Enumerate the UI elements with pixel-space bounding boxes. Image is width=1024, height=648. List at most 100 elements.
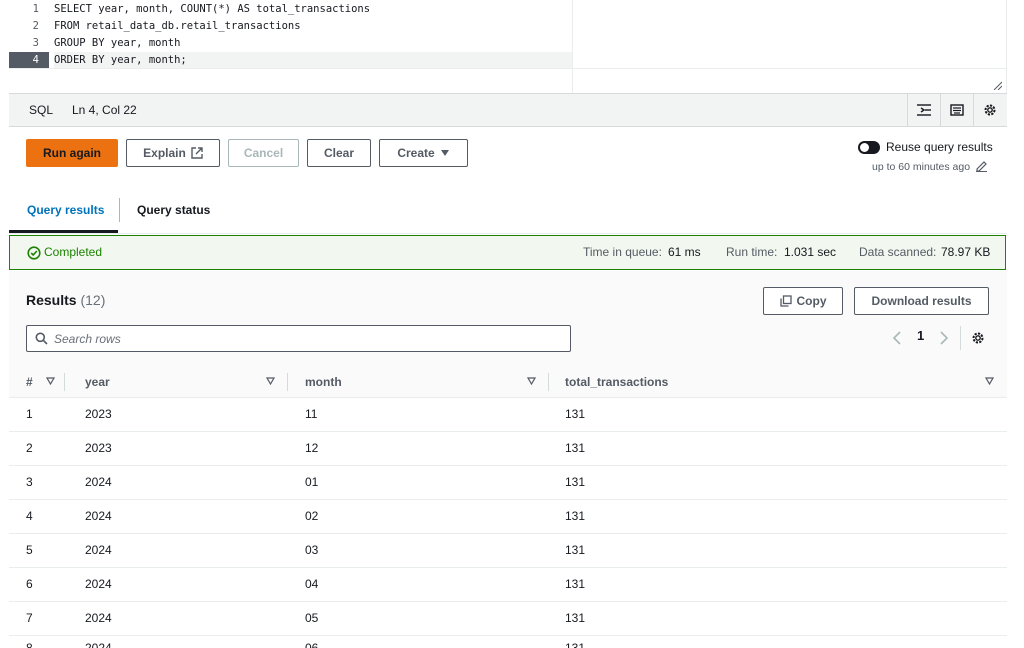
run-again-label: Run again [42,146,101,160]
resize-grip-icon[interactable] [992,80,1002,90]
table-settings-icon[interactable] [971,331,985,345]
table-row: 3 2024 01 131 [9,466,1007,500]
cell-index: 1 [26,407,33,421]
queue-time-value: 61 ms [668,245,701,259]
print-margin [572,0,573,93]
cell-total-transactions: 131 [565,509,586,523]
editor-status-bar: SQL Ln 4, Col 22 [9,93,1007,127]
gear-icon [984,104,996,116]
sort-icon[interactable] [46,377,55,385]
cell-year: 2024 [85,475,112,489]
shortcuts-button[interactable] [940,94,973,126]
line-gutter: 1 2 3 4 [9,0,49,93]
code-line[interactable]: GROUP BY year, month [54,35,574,52]
explain-label: Explain [143,146,186,160]
cell-month: 04 [305,577,319,591]
cell-month: 11 [305,407,318,421]
results-count: (12) [80,292,106,308]
reuse-results-sub[interactable]: up to 60 minutes ago [872,160,988,173]
reuse-results-age: up to 60 minutes ago [872,161,971,173]
data-scanned-label: Data scanned: [859,245,937,259]
external-link-icon [191,147,203,159]
editor-settings-button[interactable] [973,94,1006,126]
clear-label: Clear [323,146,355,160]
column-header-index[interactable]: # [26,375,33,389]
sort-icon[interactable] [985,377,994,385]
tab-query-status[interactable]: Query status [137,203,210,217]
results-title: Results [26,292,77,308]
cell-month: 01 [305,475,319,489]
line-number: 2 [32,20,39,32]
code-line-active[interactable]: ORDER BY year, month; [54,52,572,69]
cell-index: 7 [26,611,33,625]
column-separator [64,373,65,391]
line-number: 3 [32,37,39,49]
copy-icon [779,295,792,307]
cell-total-transactions: 131 [565,641,586,648]
table-header: # year month total_transactions [9,365,1007,398]
create-dropdown-button[interactable]: Create [379,139,468,167]
download-label: Download results [871,294,972,308]
results-heading: Results (12) [26,292,105,308]
cancel-label: Cancel [243,146,284,160]
run-again-button[interactable]: Run again [26,139,118,167]
table-row: 5 2024 03 131 [9,534,1007,568]
cell-index: 3 [26,475,33,489]
code-line[interactable]: FROM retail_data_db.retail_transactions [54,18,574,35]
cell-year: 2024 [85,641,112,648]
cell-month: 06 [305,641,319,648]
sql-editor[interactable]: 1 2 3 4 SELECT year, month, COUNT(*) AS … [9,0,1007,93]
cell-month: 12 [305,441,319,455]
cancel-button[interactable]: Cancel [228,139,299,167]
sort-icon[interactable] [266,377,275,385]
tab-query-results[interactable]: Query results [27,203,104,217]
cell-total-transactions: 131 [565,543,586,557]
search-placeholder: Search rows [54,332,121,346]
cell-month: 02 [305,509,319,523]
cursor-position: Ln 4, Col 22 [72,103,137,117]
cell-year: 2023 [85,407,112,421]
cell-year: 2024 [85,611,112,625]
table-row: 4 2024 02 131 [9,500,1007,534]
chevron-left-icon[interactable] [892,331,902,345]
chevron-right-icon[interactable] [939,331,949,345]
column-header-total-transactions[interactable]: total_transactions [565,375,668,389]
edit-icon [976,161,987,172]
line-number: 1 [32,3,39,15]
create-label: Create [397,146,435,160]
cell-year: 2024 [85,509,112,523]
cell-month: 03 [305,543,319,557]
search-icon [35,332,48,345]
explain-button[interactable]: Explain [126,139,220,167]
tab-divider [119,198,120,222]
column-separator [287,373,288,391]
format-query-button[interactable] [907,94,940,126]
cell-index: 5 [26,543,33,557]
column-header-month[interactable]: month [305,375,342,389]
cell-total-transactions: 131 [565,475,586,489]
sort-icon[interactable] [527,377,536,385]
query-status-banner: Completed Time in queue: 61 ms Run time:… [9,235,1006,270]
column-header-year[interactable]: year [85,375,110,389]
cell-total-transactions: 131 [565,441,586,455]
cell-total-transactions: 131 [565,611,586,625]
run-time-label: Run time: [726,245,778,259]
pager-divider [960,326,961,350]
cell-year: 2023 [85,441,112,455]
reuse-results-toggle[interactable] [858,141,880,154]
status-text: Completed [44,245,103,259]
search-rows-field[interactable]: Search rows [26,325,571,352]
table-row: 7 2024 05 131 [9,602,1007,636]
data-scanned-value: 78.97 KB [941,245,991,259]
cell-year: 2024 [85,543,112,557]
cell-total-transactions: 131 [565,577,586,591]
code-line[interactable]: SELECT year, month, COUNT(*) AS total_tr… [54,1,574,18]
copy-label: Copy [796,294,827,308]
clear-button[interactable]: Clear [307,139,371,167]
copy-button[interactable]: Copy [763,287,843,315]
current-page-number[interactable]: 1 [917,328,924,343]
format-icon [917,104,931,116]
table-row: 1 2023 11 131 [9,398,1007,432]
caret-down-icon [440,150,449,156]
download-results-button[interactable]: Download results [854,287,989,315]
